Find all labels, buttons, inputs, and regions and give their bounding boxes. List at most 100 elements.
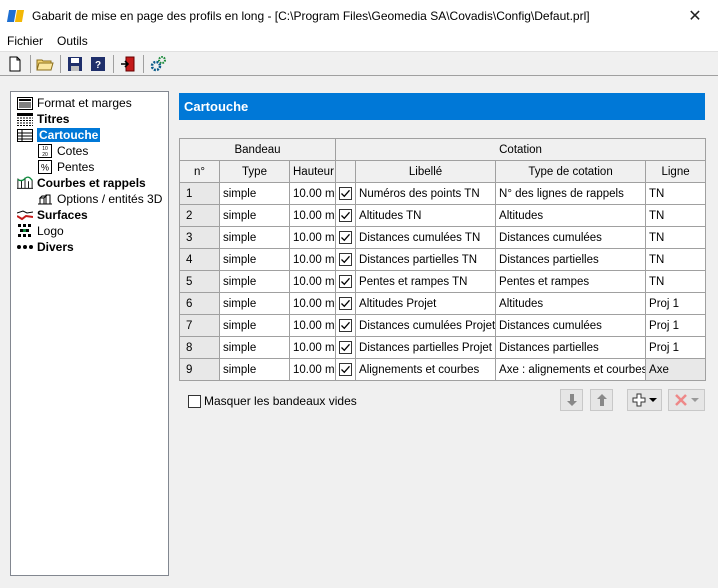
cell-hauteur[interactable]: 10.00 m — [288, 204, 337, 227]
cell-type[interactable]: simple — [219, 248, 290, 271]
cell-hauteur[interactable]: 10.00 m — [288, 292, 337, 315]
tree-item-cartouche[interactable]: Cartouche — [17, 127, 101, 143]
cell-type-cotation[interactable]: Axe : alignements et courbes — [495, 358, 647, 381]
hide-empty-bands-checkbox[interactable]: Masquer les bandeaux vides — [188, 394, 357, 408]
table-row[interactable]: 1 simple 10.00 m Numéros des points TN N° de… — [179, 182, 707, 205]
cell-ligne[interactable]: TN — [645, 226, 707, 249]
cell-type[interactable]: simple — [219, 270, 290, 293]
cell-num[interactable]: 5 — [179, 270, 220, 293]
cell-ligne[interactable]: TN — [645, 248, 707, 271]
cell-hauteur[interactable]: 10.00 m — [288, 336, 337, 359]
cell-enabled[interactable] — [335, 292, 357, 315]
row-enabled-checkbox[interactable] — [339, 209, 353, 222]
cell-hauteur[interactable]: 10.00 m — [288, 358, 337, 381]
open-file-button[interactable] — [34, 53, 56, 75]
cell-type[interactable]: simple — [219, 204, 290, 227]
menu-fichier[interactable]: Fichier — [0, 34, 50, 48]
cell-ligne[interactable]: Proj 1 — [645, 292, 707, 315]
table-row[interactable]: 5 simple 10.00 m Pentes et rampes TN Pentes … — [179, 270, 707, 293]
delete-band-button[interactable] — [668, 389, 705, 411]
cell-num[interactable]: 1 — [179, 182, 220, 205]
cell-hauteur[interactable]: 10.00 m — [288, 182, 337, 205]
tree-item-courbes[interactable]: Courbes et rappels — [17, 175, 146, 191]
column-header-type[interactable]: Type — [219, 160, 290, 183]
row-enabled-checkbox[interactable] — [339, 297, 353, 310]
row-enabled-checkbox[interactable] — [339, 341, 353, 354]
settings-button[interactable] — [147, 53, 169, 75]
cell-type-cotation[interactable]: Altitudes — [495, 292, 647, 315]
row-enabled-checkbox[interactable] — [339, 187, 353, 200]
tree-item-cotes[interactable]: 10 20 Cotes — [37, 143, 88, 159]
cell-libelle[interactable]: Altitudes Projet — [355, 292, 497, 315]
cell-type-cotation[interactable]: Distances partielles — [495, 248, 647, 271]
cell-num[interactable]: 7 — [179, 314, 220, 337]
cell-libelle[interactable]: Distances cumulées Projet — [355, 314, 497, 337]
row-enabled-checkbox[interactable] — [339, 363, 353, 376]
cell-type-cotation[interactable]: Distances cumulées — [495, 226, 647, 249]
add-band-button[interactable] — [627, 389, 662, 411]
cell-enabled[interactable] — [335, 314, 357, 337]
cell-enabled[interactable] — [335, 226, 357, 249]
new-file-button[interactable] — [4, 53, 26, 75]
table-row[interactable]: 6 simple 10.00 m Altitudes Projet Altitudes P… — [179, 292, 707, 315]
cell-num[interactable]: 4 — [179, 248, 220, 271]
cell-ligne[interactable]: TN — [645, 270, 707, 293]
cell-num[interactable]: 9 — [179, 358, 220, 381]
cell-type[interactable]: simple — [219, 336, 290, 359]
move-down-button[interactable] — [560, 389, 583, 411]
close-button[interactable]: ✕ — [672, 0, 718, 31]
table-row[interactable]: 9 simple 10.00 m Alignements et courbes Axe … — [179, 358, 707, 381]
column-header-hauteur[interactable]: Hauteur — [288, 160, 337, 183]
cell-type[interactable]: simple — [219, 292, 290, 315]
cell-type-cotation[interactable]: Pentes et rampes — [495, 270, 647, 293]
cell-hauteur[interactable]: 10.00 m — [288, 248, 337, 271]
cell-num[interactable]: 8 — [179, 336, 220, 359]
row-enabled-checkbox[interactable] — [339, 319, 353, 332]
row-enabled-checkbox[interactable] — [339, 275, 353, 288]
cell-type[interactable]: simple — [219, 314, 290, 337]
menu-outils[interactable]: Outils — [50, 34, 95, 48]
cell-enabled[interactable] — [335, 358, 357, 381]
cell-hauteur[interactable]: 10.00 m — [288, 226, 337, 249]
tree-item-pentes[interactable]: % Pentes — [37, 159, 94, 175]
cell-enabled[interactable] — [335, 204, 357, 227]
save-as-button[interactable]: ? — [87, 53, 109, 75]
row-enabled-checkbox[interactable] — [339, 231, 353, 244]
cell-libelle[interactable]: Distances cumulées TN — [355, 226, 497, 249]
column-header-type-cotation[interactable]: Type de cotation — [495, 160, 647, 183]
column-header-ligne[interactable]: Ligne — [645, 160, 707, 183]
tree-item-options-3d[interactable]: Options / entités 3D — [37, 191, 162, 207]
cell-libelle[interactable]: Altitudes TN — [355, 204, 497, 227]
cell-enabled[interactable] — [335, 270, 357, 293]
cell-ligne[interactable]: Proj 1 — [645, 336, 707, 359]
cell-enabled[interactable] — [335, 336, 357, 359]
tree-item-surfaces[interactable]: Surfaces — [17, 207, 88, 223]
table-row[interactable]: 4 simple 10.00 m Distances partielles TN Dis… — [179, 248, 707, 271]
cell-type-cotation[interactable]: Distances partielles — [495, 336, 647, 359]
table-row[interactable]: 3 simple 10.00 m Distances cumulées TN Dista… — [179, 226, 707, 249]
cell-ligne[interactable]: Axe — [645, 358, 707, 381]
cell-enabled[interactable] — [335, 248, 357, 271]
table-row[interactable]: 8 simple 10.00 m Distances partielles Proje… — [179, 336, 707, 359]
cell-ligne[interactable]: TN — [645, 204, 707, 227]
cell-libelle[interactable]: Distances partielles TN — [355, 248, 497, 271]
cell-libelle[interactable]: Numéros des points TN — [355, 182, 497, 205]
cell-ligne[interactable]: TN — [645, 182, 707, 205]
tree-item-logo[interactable]: Logo — [17, 223, 64, 239]
move-up-button[interactable] — [590, 389, 613, 411]
cell-type-cotation[interactable]: N° des lignes de rappels — [495, 182, 647, 205]
tree-item-divers[interactable]: Divers — [17, 239, 74, 255]
cell-num[interactable]: 2 — [179, 204, 220, 227]
cell-type[interactable]: simple — [219, 358, 290, 381]
tree-item-titres[interactable]: Titres — [17, 111, 69, 127]
cell-hauteur[interactable]: 10.00 m — [288, 270, 337, 293]
cell-type[interactable]: simple — [219, 182, 290, 205]
cell-num[interactable]: 3 — [179, 226, 220, 249]
cell-ligne[interactable]: Proj 1 — [645, 314, 707, 337]
cell-num[interactable]: 6 — [179, 292, 220, 315]
checkbox-box[interactable] — [188, 394, 201, 408]
cell-libelle[interactable]: Pentes et rampes TN — [355, 270, 497, 293]
table-row[interactable]: 7 simple 10.00 m Distances cumulées Projet D… — [179, 314, 707, 337]
cell-libelle[interactable]: Distances partielles Projet — [355, 336, 497, 359]
exit-button[interactable] — [117, 53, 139, 75]
